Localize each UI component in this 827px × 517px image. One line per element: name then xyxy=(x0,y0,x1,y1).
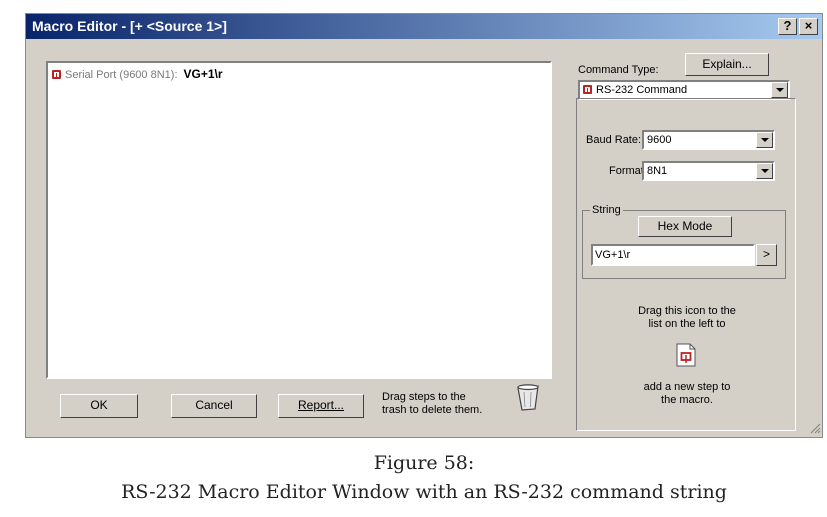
resize-grip-icon[interactable] xyxy=(809,422,821,434)
trash-hint: Drag steps to the trash to delete them. xyxy=(382,391,482,417)
trash-hint-line1: Drag steps to the xyxy=(382,391,466,403)
hex-mode-button[interactable]: Hex Mode xyxy=(638,216,732,237)
serial-port-icon xyxy=(583,85,592,94)
step-command: VG+1\r xyxy=(183,67,223,81)
new-macro-step-icon[interactable] xyxy=(675,343,697,367)
add-step-hint: add a new step to the macro. xyxy=(577,381,797,407)
command-type-select[interactable]: RS-232 Command xyxy=(578,80,790,100)
explain-button[interactable]: Explain... xyxy=(685,53,769,76)
string-group-label: String xyxy=(590,204,623,216)
figure-caption: RS-232 Macro Editor Window with an RS-23… xyxy=(121,481,727,503)
baud-rate-value: 9600 xyxy=(647,134,672,146)
step-port-label: Serial Port (9600 8N1): xyxy=(65,69,178,81)
drag-hint-line2: list on the left to xyxy=(648,318,726,330)
window-title: Macro Editor - [+ <Source 1>] xyxy=(32,18,227,34)
serial-port-icon xyxy=(52,70,61,79)
drag-hint: Drag this icon to the list on the left t… xyxy=(577,305,797,331)
report-button[interactable]: Report... xyxy=(278,394,364,418)
macro-steps-list[interactable]: Serial Port (9600 8N1): VG+1\r xyxy=(46,61,552,379)
command-type-value: RS-232 Command xyxy=(596,84,688,96)
trash-hint-line2: trash to delete them. xyxy=(382,404,483,416)
drag-hint-line1: Drag this icon to the xyxy=(638,305,736,317)
trash-icon[interactable] xyxy=(515,382,541,412)
chevron-down-icon[interactable] xyxy=(756,132,773,148)
help-button[interactable]: ? xyxy=(778,18,797,35)
close-button[interactable]: × xyxy=(799,18,818,35)
list-item[interactable]: Serial Port (9600 8N1): VG+1\r xyxy=(52,67,223,81)
string-input[interactable]: VG+1\r xyxy=(591,244,755,266)
add-hint-line1: add a new step to xyxy=(643,381,731,393)
command-type-label: Command Type: xyxy=(578,64,659,76)
format-value: 8N1 xyxy=(647,165,668,177)
macro-editor-window: Macro Editor - [+ <Source 1>] ? × Serial… xyxy=(25,13,823,438)
add-hint-line2: the macro. xyxy=(661,394,713,406)
cancel-button[interactable]: Cancel xyxy=(171,394,257,418)
chevron-down-icon[interactable] xyxy=(771,82,788,98)
report-button-label: Report... xyxy=(297,398,345,412)
figure-number: Figure 58: xyxy=(373,452,475,474)
chevron-down-icon[interactable] xyxy=(756,163,773,179)
baud-rate-select[interactable]: 9600 xyxy=(642,130,775,150)
baud-rate-label: Baud Rate: xyxy=(586,134,642,146)
send-string-button[interactable]: > xyxy=(756,244,777,266)
title-bar[interactable]: Macro Editor - [+ <Source 1>] ? × xyxy=(26,14,822,39)
ok-button[interactable]: OK xyxy=(60,394,138,418)
format-select[interactable]: 8N1 xyxy=(642,161,775,181)
string-value: VG+1\r xyxy=(595,249,631,261)
